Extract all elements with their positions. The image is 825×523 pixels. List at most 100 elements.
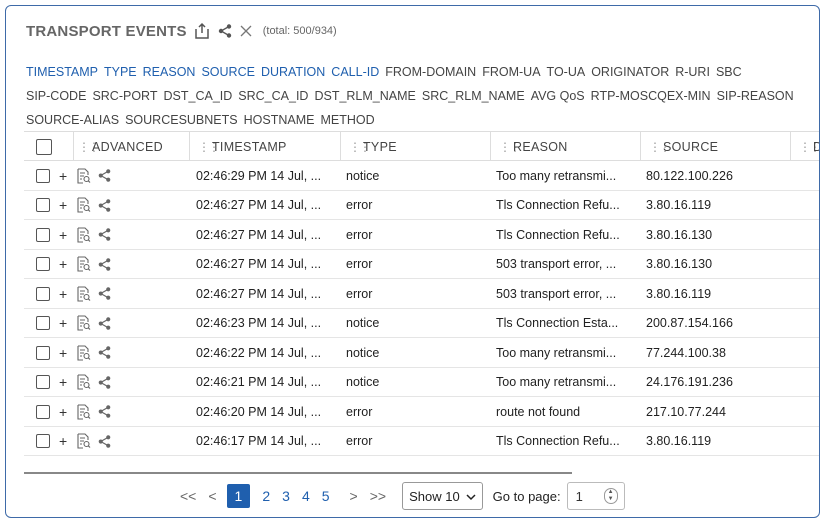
column-header-next[interactable]: ⋮⋮ D [791,132,819,161]
details-icon[interactable] [76,220,94,249]
field-selected-5[interactable]: CALL-ID [331,60,379,84]
row-checkbox[interactable] [36,316,50,330]
share-icon[interactable] [97,250,115,279]
table-row[interactable]: +02:46:21 PM 14 Jul, ... notice Too many r… [24,368,819,397]
first-page-button[interactable]: << [174,488,202,504]
expand-row-button[interactable]: + [59,191,71,220]
page-button-4[interactable]: 4 [296,488,316,504]
field-available-8[interactable]: DST_CA_ID [164,84,233,108]
field-selected-4[interactable]: DURATION [261,60,325,84]
field-available-1[interactable]: FROM-UA [482,60,540,84]
grip-icon[interactable]: ⋮⋮ [799,140,819,154]
grip-icon[interactable]: ⋮⋮ [649,140,671,154]
expand-row-button[interactable]: + [59,161,71,190]
field-available-6[interactable]: SIP-CODE [26,84,86,108]
grip-icon[interactable]: ⋮⋮ [198,140,220,154]
share-icon[interactable] [97,427,115,456]
export-icon[interactable] [193,22,211,40]
field-available-3[interactable]: ORIGINATOR [591,60,669,84]
table-row[interactable]: +02:46:27 PM 14 Jul, ... error Tls Connect… [24,191,819,220]
column-header-advanced[interactable]: ⋮⋮ ADVANCED [74,132,190,161]
expand-row-button[interactable]: + [59,220,71,249]
row-checkbox[interactable] [36,257,50,271]
share-icon[interactable] [97,279,115,308]
expand-row-button[interactable]: + [59,427,71,456]
field-available-9[interactable]: SRC_CA_ID [238,84,308,108]
expand-row-button[interactable]: + [59,279,71,308]
field-available-15[interactable]: SOURCE-ALIAS [26,108,119,132]
table-row[interactable]: +02:46:22 PM 14 Jul, ... notice Too many r… [24,338,819,368]
page-button-1[interactable]: 1 [226,484,251,508]
grip-icon[interactable]: ⋮⋮ [499,140,521,154]
field-available-13[interactable]: RTP-MOSCQEX-MIN [591,84,711,108]
field-available-11[interactable]: SRC_RLM_NAME [422,84,525,108]
table-row[interactable]: +02:46:29 PM 14 Jul, ... notice Too many r… [24,161,819,191]
row-checkbox[interactable] [36,198,50,212]
spinner-icon[interactable]: ▲ ▼ [603,488,618,504]
page-button-5[interactable]: 5 [316,488,336,504]
field-selected-2[interactable]: REASON [143,60,196,84]
select-all-checkbox[interactable] [36,138,52,155]
row-checkbox[interactable] [36,434,50,448]
field-available-2[interactable]: TO-UA [547,60,586,84]
field-selected-1[interactable]: TYPE [104,60,137,84]
row-checkbox[interactable] [36,168,50,183]
page-size-select[interactable]: Show 10 [402,482,483,510]
field-available-0[interactable]: FROM-DOMAIN [385,60,476,84]
field-selected-3[interactable]: SOURCE [201,60,254,84]
page-button-2[interactable]: 2 [256,488,276,504]
expand-row-button[interactable]: + [59,338,71,367]
field-selected-0[interactable]: TIMESTAMP [26,60,98,84]
field-available-18[interactable]: METHOD [320,108,374,132]
expand-row-button[interactable]: + [59,250,71,279]
share-icon[interactable] [97,220,115,249]
share-icon[interactable] [97,397,115,426]
share-icon[interactable] [97,309,115,338]
field-available-16[interactable]: SOURCESUBNETS [125,108,238,132]
grip-icon[interactable]: ⋮⋮ [78,140,100,154]
expand-row-button[interactable]: + [59,309,71,338]
share-icon[interactable] [97,161,115,190]
share-icon[interactable] [217,23,233,39]
share-icon[interactable] [97,338,115,367]
page-button-3[interactable]: 3 [276,488,296,504]
row-checkbox[interactable] [36,404,50,419]
details-icon[interactable] [76,161,94,190]
row-checkbox[interactable] [36,227,50,242]
details-icon[interactable] [76,309,94,338]
share-icon[interactable] [97,368,115,397]
field-available-14[interactable]: SIP-REASON [717,84,794,108]
column-header-source[interactable]: ⋮⋮ SOURCE [641,132,791,161]
close-icon[interactable] [239,24,253,38]
expand-row-button[interactable]: + [59,397,71,426]
details-icon[interactable] [76,427,94,456]
details-icon[interactable] [76,397,94,426]
details-icon[interactable] [76,368,94,397]
field-available-10[interactable]: DST_RLM_NAME [314,84,415,108]
row-checkbox[interactable] [36,345,50,360]
details-icon[interactable] [76,250,94,279]
horizontal-scrollbar[interactable] [24,472,572,474]
grip-icon[interactable]: ⋮⋮ [349,140,371,154]
column-header-reason[interactable]: ⋮⋮ REASON [491,132,641,161]
next-page-button[interactable]: > [344,488,364,504]
table-row[interactable]: +02:46:23 PM 14 Jul, ... notice Tls Connec… [24,309,819,338]
details-icon[interactable] [76,191,94,220]
field-available-4[interactable]: R-URI [675,60,710,84]
table-row[interactable]: +02:46:27 PM 14 Jul, ... error 503 transpo… [24,250,819,279]
share-icon[interactable] [97,191,115,220]
last-page-button[interactable]: >> [364,488,392,504]
field-available-7[interactable]: SRC-PORT [92,84,157,108]
field-available-17[interactable]: HOSTNAME [244,108,315,132]
details-icon[interactable] [76,279,94,308]
row-checkbox[interactable] [36,375,50,389]
table-row[interactable]: +02:46:27 PM 14 Jul, ... error Tls Connect… [24,220,819,250]
details-icon[interactable] [76,338,94,367]
goto-page-input[interactable]: 1 ▲ ▼ [566,482,625,510]
table-row[interactable]: +02:46:27 PM 14 Jul, ... error 503 transpo… [24,279,819,309]
column-header-timestamp[interactable]: ⋮⋮ TIMESTAMP [190,132,341,161]
row-checkbox[interactable] [36,286,50,301]
expand-row-button[interactable]: + [59,368,71,397]
table-row[interactable]: +02:46:20 PM 14 Jul, ... error route not f… [24,397,819,427]
field-available-12[interactable]: AVG QoS [531,84,585,108]
